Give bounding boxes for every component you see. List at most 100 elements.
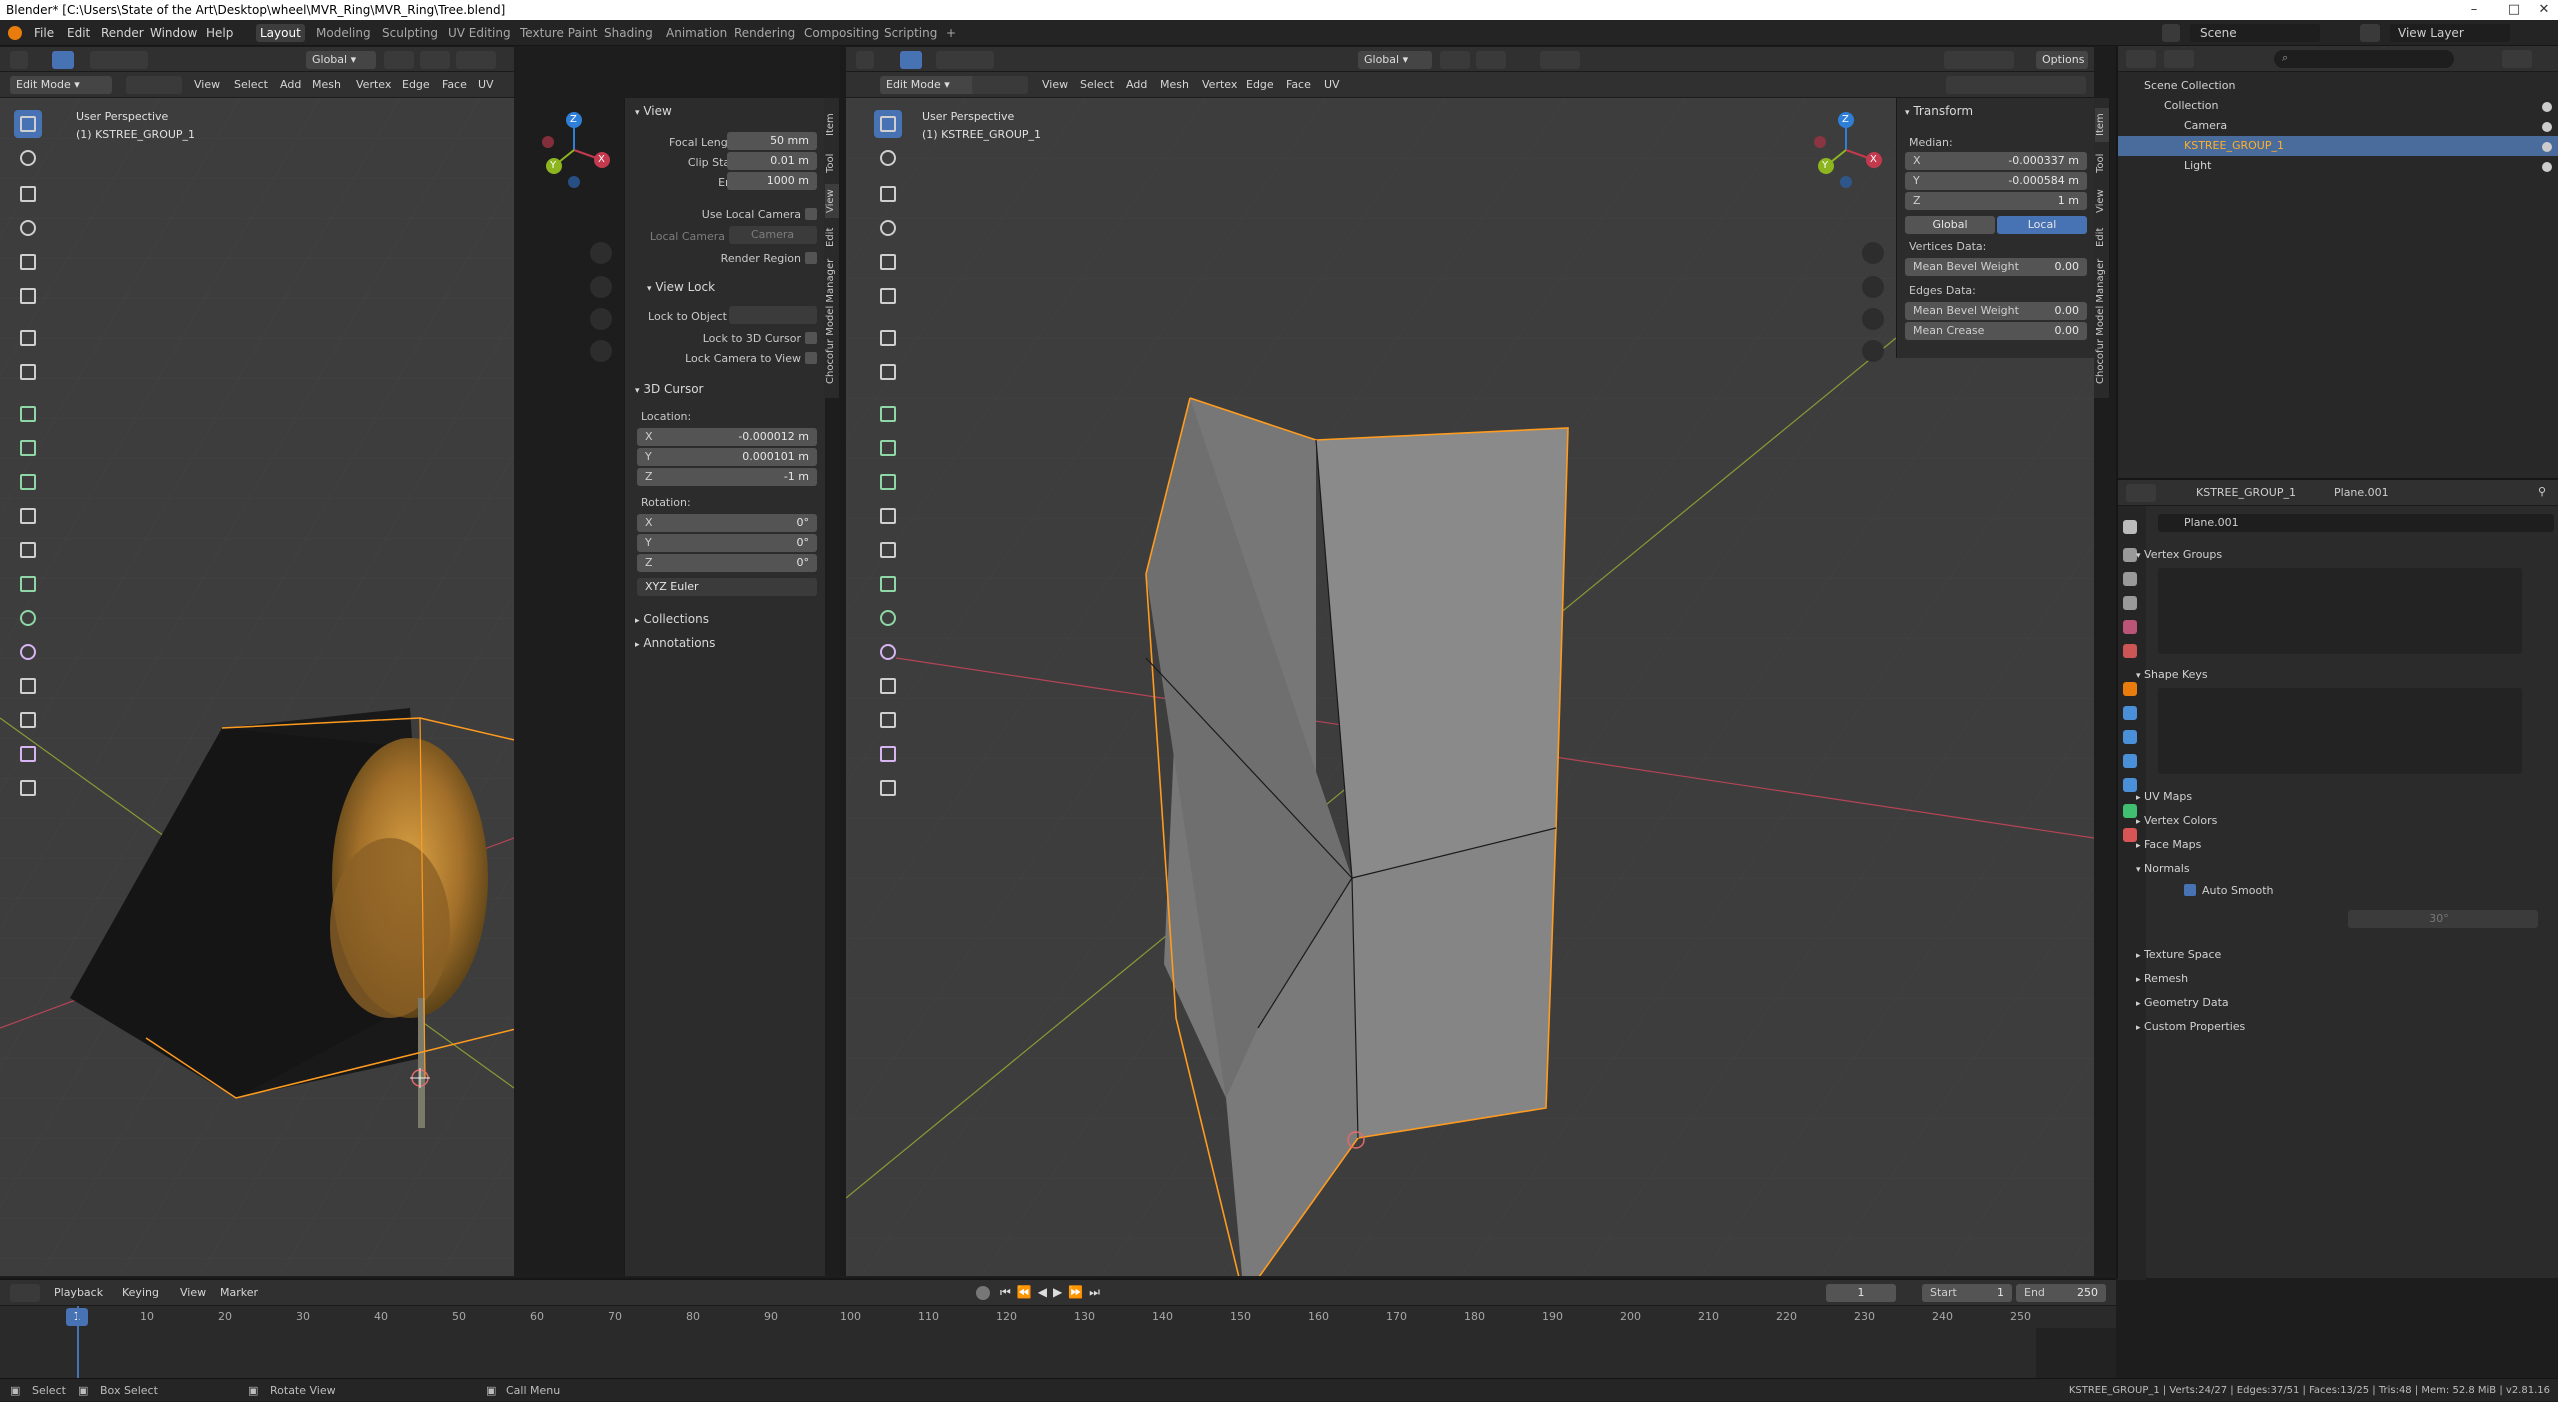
tab-modeling[interactable]: Modeling xyxy=(312,24,375,42)
menu-window[interactable]: Window xyxy=(150,20,197,46)
menu-edge[interactable]: Edge xyxy=(402,72,430,98)
menu-help[interactable]: Help xyxy=(206,20,233,46)
pivot-icon[interactable] xyxy=(1440,51,1470,69)
scene-selector[interactable]: Scene xyxy=(2190,24,2320,42)
menu-face[interactable]: Face xyxy=(1286,72,1311,98)
clip-start-field[interactable]: 0.01 m xyxy=(727,152,817,170)
tab-chocofur[interactable]: Chocofur Model Manager xyxy=(2095,256,2109,386)
current-frame-field[interactable]: 1 xyxy=(1826,1284,1896,1302)
pin-icon[interactable]: ⚲ xyxy=(2538,485,2546,498)
loop-cut-tool-icon[interactable] xyxy=(14,502,42,530)
editor-type-icon[interactable] xyxy=(10,51,28,69)
select-mode-buttons[interactable] xyxy=(126,76,182,94)
options-dropdown[interactable]: Options xyxy=(2036,51,2088,69)
snap-icon[interactable] xyxy=(420,51,450,69)
cursor-tool-icon[interactable] xyxy=(874,144,902,172)
pivot-icon[interactable] xyxy=(384,51,414,69)
median-x-field[interactable]: X -0.000337 m xyxy=(1905,152,2087,170)
editor-type-icon[interactable] xyxy=(856,51,874,69)
scale-tool-icon[interactable] xyxy=(874,248,902,276)
annotate-tool-icon[interactable] xyxy=(14,324,42,352)
cursor-location-z[interactable]: Z -1 m xyxy=(637,468,817,486)
close-button[interactable]: ✕ xyxy=(2524,0,2558,20)
tab-uv-editing[interactable]: UV Editing xyxy=(444,24,515,42)
hand-icon[interactable] xyxy=(1862,276,1884,298)
tab-texture-paint[interactable]: Texture Paint xyxy=(516,24,601,42)
angle-field[interactable]: 30° xyxy=(2348,910,2538,928)
scene-tab-icon[interactable] xyxy=(2123,620,2137,634)
vertex-groups-list[interactable] xyxy=(2158,568,2522,654)
lock-camera-to-view-checkbox[interactable] xyxy=(805,352,817,364)
menu-add[interactable]: Add xyxy=(280,72,301,98)
orientation-dropdown[interactable]: Global ▾ xyxy=(1358,51,1432,69)
bevel-tool-icon[interactable] xyxy=(14,468,42,496)
menu-view[interactable]: View xyxy=(194,72,220,98)
focal-length-field[interactable]: 50 mm xyxy=(727,132,817,150)
use-local-camera-checkbox[interactable] xyxy=(805,208,817,220)
cursor-rotation-x[interactable]: X 0° xyxy=(637,514,817,532)
visibility-eye-icon[interactable] xyxy=(2542,142,2552,152)
local-toggle-button[interactable]: Local xyxy=(1997,216,2087,234)
tab-item[interactable]: Item xyxy=(2095,108,2109,142)
orientation-dropdown[interactable]: Global ▾ xyxy=(306,51,376,69)
display-mode-icon[interactable] xyxy=(2164,50,2194,68)
rip-tool-icon[interactable] xyxy=(14,774,42,802)
tab-edit[interactable]: Edit xyxy=(2095,222,2109,252)
extrude-tool-icon[interactable] xyxy=(14,400,42,428)
end-frame-field[interactable]: End 250 xyxy=(2016,1284,2106,1302)
view-layer-selector[interactable]: View Layer xyxy=(2390,24,2510,42)
shear-tool-icon[interactable] xyxy=(874,740,902,768)
left-3d-viewport[interactable]: Global ▾ Edit Mode ▾ View Select Add Mes… xyxy=(0,46,612,1276)
outliner-search-input[interactable]: ⌕ xyxy=(2274,50,2454,68)
select-box-icon[interactable] xyxy=(900,51,922,69)
menu-keying[interactable]: Keying xyxy=(122,1280,159,1306)
perspective-toggle-icon[interactable] xyxy=(1862,340,1884,362)
overlay-shading-buttons[interactable] xyxy=(1946,76,2086,94)
tab-compositing[interactable]: Compositing xyxy=(800,24,883,42)
bevel-tool-icon[interactable] xyxy=(874,468,902,496)
shrink-fatten-tool-icon[interactable] xyxy=(874,706,902,734)
timeline-ruler[interactable]: 1 10 20 30 40 50 60 70 80 90 100 110 120… xyxy=(0,1306,2116,1328)
menu-vertex[interactable]: Vertex xyxy=(356,72,391,98)
mode-icons[interactable] xyxy=(936,51,994,69)
add-workspace-button[interactable]: + xyxy=(942,24,960,42)
rotate-tool-icon[interactable] xyxy=(874,214,902,242)
select-box-icon[interactable] xyxy=(52,51,74,69)
tab-view[interactable]: View xyxy=(825,184,839,218)
shear-tool-icon[interactable] xyxy=(14,740,42,768)
mode-dropdown[interactable]: Edit Mode ▾ xyxy=(10,76,112,94)
tab-tool[interactable]: Tool xyxy=(2095,146,2109,180)
spin-tool-icon[interactable] xyxy=(14,604,42,632)
select-tool-icon[interactable] xyxy=(14,110,42,138)
edge-mean-bevel-weight-field[interactable]: Mean Bevel Weight 0.00 xyxy=(1905,302,2087,320)
cursor-rotation-z[interactable]: Z 0° xyxy=(637,554,817,572)
knife-tool-icon[interactable] xyxy=(874,536,902,564)
menu-marker[interactable]: Marker xyxy=(220,1280,258,1306)
zoom-icon[interactable] xyxy=(1862,242,1884,264)
texture-space-header[interactable]: Texture Space xyxy=(2144,948,2221,961)
scale-tool-icon[interactable] xyxy=(14,248,42,276)
tab-animation[interactable]: Animation xyxy=(662,24,731,42)
transform-panel-header[interactable]: Transform xyxy=(1913,104,1973,118)
face-maps-header[interactable]: Face Maps xyxy=(2144,838,2201,851)
shrink-fatten-tool-icon[interactable] xyxy=(14,706,42,734)
tab-layout[interactable]: Layout xyxy=(256,24,305,42)
menu-edit[interactable]: Edit xyxy=(67,20,90,46)
tab-shading[interactable]: Shading xyxy=(600,24,657,42)
menu-select[interactable]: Select xyxy=(234,72,268,98)
material-tab-icon[interactable] xyxy=(2123,828,2137,842)
menu-file[interactable]: File xyxy=(34,20,54,46)
zoom-icon[interactable] xyxy=(590,242,612,264)
cursor-rotation-y[interactable]: Y 0° xyxy=(637,534,817,552)
edge-slide-tool-icon[interactable] xyxy=(874,672,902,700)
constraints-tab-icon[interactable] xyxy=(2123,778,2137,792)
menu-render[interactable]: Render xyxy=(101,20,144,46)
menu-add[interactable]: Add xyxy=(1126,72,1147,98)
menu-mesh[interactable]: Mesh xyxy=(1160,72,1189,98)
collections-panel-header[interactable]: Collections xyxy=(643,612,709,626)
tab-edit[interactable]: Edit xyxy=(825,222,839,252)
proportional-icon[interactable] xyxy=(1540,51,1580,69)
snap-icon[interactable] xyxy=(1476,51,1506,69)
menu-mesh[interactable]: Mesh xyxy=(312,72,341,98)
transform-tool-icon[interactable] xyxy=(874,282,902,310)
